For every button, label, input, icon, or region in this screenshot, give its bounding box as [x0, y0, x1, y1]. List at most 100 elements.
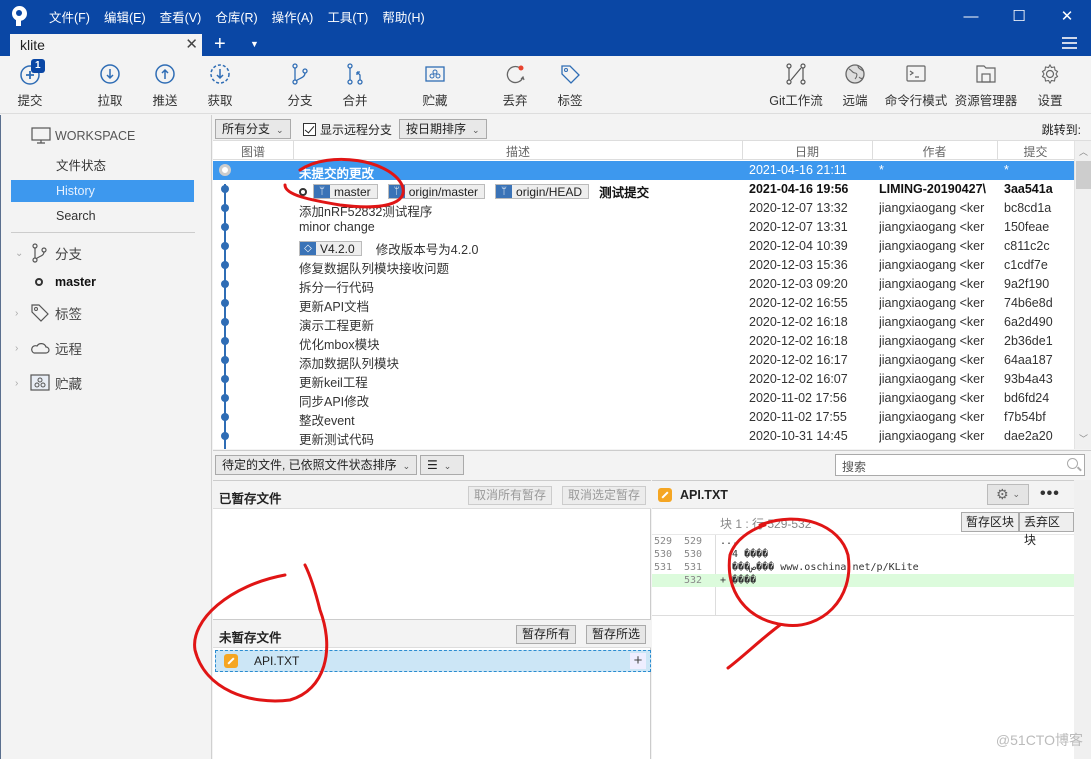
scroll-down-icon[interactable]: ﹀	[1075, 432, 1091, 445]
maximize-button[interactable]: ☐	[995, 0, 1043, 32]
table-row[interactable]: 整改event 2020-11-02 17:55 jiangxiaogang <ke…	[213, 408, 1074, 428]
diff-scrollbar[interactable]	[1074, 480, 1091, 759]
table-row[interactable]: minor change 2020-12-07 13:31 jiangxiaogan…	[213, 218, 1074, 237]
commit-history-table: 图谱 描述 日期 作者 提交 未提交的更改 2021-04-16 21:11 * * ᛘ…	[213, 141, 1074, 449]
menu-tools[interactable]: 工具(T)	[320, 7, 375, 26]
merge-button[interactable]: 合并	[325, 62, 385, 109]
monitor-icon	[31, 127, 51, 144]
gitflow-button[interactable]: Git工作流	[766, 62, 826, 109]
diff-line-context[interactable]: 531 531 ���ص��� www.oschina.net/p/KLite	[652, 561, 1074, 574]
branch-filter-dropdown[interactable]: 所有分支 ⌄	[215, 119, 291, 139]
settings-button[interactable]: 设置	[1020, 62, 1080, 109]
close-window-button[interactable]: ✕	[1043, 0, 1091, 32]
view-mode-dropdown[interactable]: ☰ ⌄	[420, 455, 464, 475]
hamburger-menu-icon[interactable]	[1062, 37, 1077, 49]
column-date[interactable]: 日期	[742, 143, 872, 160]
stash-label: 贮藏	[422, 94, 448, 108]
branch-button[interactable]: 分支	[270, 62, 330, 109]
file-search-input[interactable]: 搜索	[835, 454, 1085, 476]
table-row[interactable]: 修复数据队列模块接收问题 2020-12-03 15:36 jiangxiaogan…	[213, 256, 1074, 276]
stage-hunk-button[interactable]: 暂存区块	[961, 512, 1020, 532]
tag-icon: ◇	[300, 242, 316, 255]
column-graph[interactable]: 图谱	[213, 143, 293, 160]
table-row[interactable]: 同步API修改 2020-11-02 17:56 jiangxiaogang <ke…	[213, 389, 1074, 409]
stage-all-button[interactable]: 暂存所有	[516, 625, 577, 644]
menu-file[interactable]: 文件(F)	[42, 7, 97, 26]
diff-line-context[interactable]: 529 529...	[652, 535, 1074, 548]
fetch-button[interactable]: 获取	[190, 62, 250, 109]
history-scrollbar[interactable]: ︿ ﹀	[1074, 141, 1091, 449]
stage-file-plus-icon[interactable]: +	[630, 653, 646, 669]
remote-button[interactable]: 远端	[825, 62, 885, 109]
menu-repository[interactable]: 仓库(R)	[208, 7, 264, 26]
pending-sort-dropdown[interactable]: 待定的文件, 已依照文件状态排序 ⌄	[215, 455, 418, 475]
cell-date: 2020-12-07 13:31	[749, 220, 848, 234]
table-row[interactable]: 未提交的更改 2021-04-16 21:11 * *	[213, 161, 1074, 181]
old-line-number: 531	[654, 562, 673, 573]
sidebar-group-stashes[interactable]: › 贮藏	[15, 373, 82, 393]
chevron-right-icon: ›	[15, 342, 19, 354]
table-row[interactable]: 拆分一行代码 2020-12-03 09:20 jiangxiaogang <ker…	[213, 275, 1074, 295]
sidebar-group-remotes[interactable]: › 远程	[15, 338, 82, 358]
show-remote-checkbox[interactable]: 显示远程分支	[303, 121, 392, 138]
table-row[interactable]: ᛘ master ᛘ origin/master ᛘ origin/HEAD 测试提交 202…	[213, 180, 1074, 200]
sidebar-branch-master[interactable]: master	[35, 275, 96, 289]
scrollbar-thumb[interactable]	[1076, 161, 1091, 189]
gitflow-label: Git工作流	[769, 94, 823, 108]
branch-ref-label[interactable]: ᛘ origin/HEAD	[495, 184, 590, 199]
minimize-button[interactable]: —	[947, 0, 995, 32]
workspace-label: WORKSPACE	[55, 129, 136, 143]
pull-button[interactable]: 拉取	[80, 62, 140, 109]
unstage-all-button[interactable]: 取消所有暂存	[468, 486, 553, 505]
sidebar-group-tags[interactable]: › 标签	[15, 303, 82, 323]
tag-button[interactable]: 标签	[540, 62, 600, 109]
terminal-button[interactable]: 命令行模式	[885, 62, 947, 109]
sidebar-item-search[interactable]: Search	[11, 205, 194, 227]
branch-ref-label[interactable]: ᛘ master	[313, 184, 378, 199]
diff-line-added[interactable]: 532 + ����	[652, 574, 1074, 587]
menu-edit[interactable]: 编辑(E)	[97, 7, 153, 26]
cell-commit: 2b36de1	[1004, 334, 1053, 348]
push-button[interactable]: 推送	[135, 62, 195, 109]
table-row[interactable]: 更新测试代码 2020-10-31 14:45 jiangxiaogang <ker…	[213, 427, 1074, 447]
chevron-down-icon: ⌄	[443, 461, 452, 471]
commit-button[interactable]: 1 提交	[0, 59, 60, 109]
table-row[interactable]: ◇ V4.2.0 修改版本号为4.2.0 2020-12-04 10:39 jiangx…	[213, 237, 1074, 257]
discard-label: 丢弃	[502, 94, 528, 108]
column-author[interactable]: 作者	[872, 143, 997, 160]
sort-dropdown[interactable]: 按日期排序 ⌄	[399, 119, 487, 139]
table-row[interactable]: 更新API文档 2020-12-02 16:55 jiangxiaogang <ke…	[213, 294, 1074, 314]
tab-dropdown-icon[interactable]: ▼	[250, 36, 259, 52]
sidebar-item-history[interactable]: History	[11, 180, 194, 202]
scroll-up-icon[interactable]: ︿	[1075, 145, 1091, 158]
jump-to-label[interactable]: 跳转到:	[1042, 121, 1081, 138]
new-line-number: 530	[684, 549, 703, 560]
unstage-selected-button[interactable]: 取消选定暂存	[562, 486, 647, 505]
column-commit[interactable]: 提交	[997, 143, 1074, 160]
new-tab-button[interactable]: +	[214, 33, 226, 55]
tag-ref-label[interactable]: ◇ V4.2.0	[299, 241, 362, 256]
stash-button[interactable]: 贮藏	[405, 62, 465, 109]
tab-klite[interactable]: klite ✕	[10, 34, 202, 56]
unstaged-file-row[interactable]: API.TXT +	[215, 650, 651, 672]
menu-actions[interactable]: 操作(A)	[265, 7, 321, 26]
explorer-button[interactable]: 资源管理器	[955, 62, 1017, 109]
table-row[interactable]: 添加nRF52832测试程序 2020-12-07 13:32 jiangxiaog…	[213, 199, 1074, 219]
table-row[interactable]: 更新keil工程 2020-12-02 16:07 jiangxiaogang <k…	[213, 370, 1074, 390]
menu-view[interactable]: 查看(V)	[153, 7, 209, 26]
sidebar-item-file-status[interactable]: 文件状态	[11, 155, 194, 177]
table-row[interactable]: 优化mbox模块 2020-12-02 16:18 jiangxiaogang <k…	[213, 332, 1074, 352]
table-row[interactable]: 演示工程更新 2020-12-02 16:18 jiangxiaogang <ker…	[213, 313, 1074, 333]
more-options-icon[interactable]: •••	[1040, 485, 1060, 503]
diff-options-button[interactable]: ⚙ ⌄	[987, 484, 1029, 505]
stage-selected-button[interactable]: 暂存所选	[586, 625, 647, 644]
table-row[interactable]: 添加数据队列模块 2020-12-02 16:17 jiangxiaogang <k…	[213, 351, 1074, 371]
sidebar-group-branches[interactable]: ⌄ 分支	[15, 243, 82, 263]
tab-close-icon[interactable]: ✕	[185, 35, 198, 53]
discard-hunk-button[interactable]: 丢弃区块	[1019, 512, 1074, 547]
column-description[interactable]: 描述	[293, 143, 743, 160]
menu-help[interactable]: 帮助(H)	[375, 7, 431, 26]
diff-line-context[interactable]: 530 530 4 ����	[652, 548, 1074, 561]
discard-button[interactable]: 丢弃	[485, 62, 545, 109]
branch-ref-label[interactable]: ᛘ origin/master	[387, 184, 486, 199]
